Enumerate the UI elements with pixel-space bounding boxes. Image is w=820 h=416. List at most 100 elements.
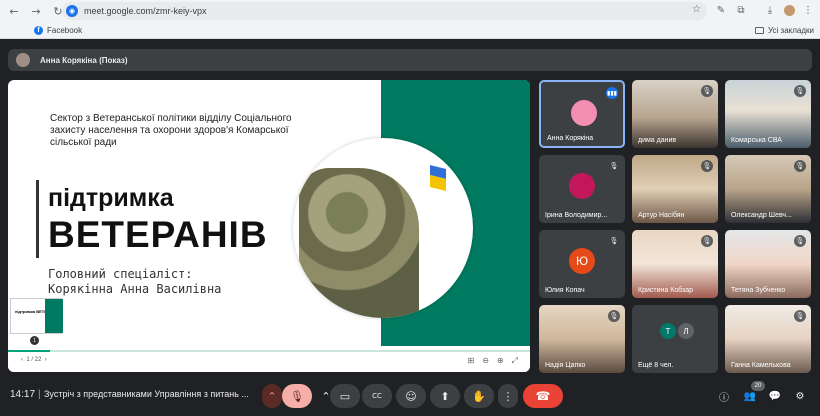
title-separator: | <box>38 389 41 400</box>
more-vert-icon: ⋮ <box>502 389 514 403</box>
address-bar[interactable]: ◉ meet.google.com/zmr-keiy-vpx ☆ <box>62 2 707 20</box>
speaking-indicator-icon: ▮▮▮ <box>606 87 618 99</box>
present-icon: ⬆ <box>440 389 450 403</box>
slide-thumbnail[interactable]: підтримка ВЕТЕРАНІВ <box>10 298 63 334</box>
mic-muted-icon: 🎙 <box>794 160 806 172</box>
participant-tile[interactable]: 🎙 Артур Насібян <box>632 155 718 223</box>
site-info-icon[interactable]: ◉ <box>66 5 78 17</box>
participant-tile[interactable]: Ю 🎙 Юлия Копач <box>539 230 625 298</box>
emoji-button[interactable]: ☺ <box>396 384 426 408</box>
grid-view-icon[interactable]: ⊞ <box>467 356 474 366</box>
slide-header: Сектор з Ветеранської політики відділу С… <box>50 113 292 148</box>
chat-button[interactable]: 💬 <box>767 388 783 404</box>
slide-subtitle-line1: Головний спеціаліст: <box>48 267 193 281</box>
slide-pager: ‹ 1 / 22 › <box>21 357 47 363</box>
mic-muted-icon: 🎙 <box>608 310 620 322</box>
browser-toolbar: ← → ↻ ◉ meet.google.com/zmr-keiy-vpx ☆ ✎… <box>0 0 820 22</box>
more-options-button[interactable]: ⋮ <box>498 384 518 408</box>
bookmark-facebook[interactable]: f Facebook <box>34 26 82 35</box>
zoom-in-icon[interactable]: ⊕ <box>497 356 504 366</box>
participant-avatar <box>569 173 595 199</box>
camera-button[interactable]: ▭ <box>330 384 360 408</box>
activities-button[interactable]: ⚙ <box>792 388 808 404</box>
people-icon: 👥 <box>743 390 757 402</box>
folder-icon <box>754 27 764 34</box>
participant-name: Анна Корякіна <box>547 135 594 142</box>
participant-tile[interactable]: 🎙 Ганна Камелькова <box>725 305 811 373</box>
bookmarks-bar: f Facebook Усі закладки <box>0 22 820 39</box>
zoom-out-icon[interactable]: ⊖ <box>482 356 489 366</box>
presenter-avatar <box>16 53 30 67</box>
participant-name: Юлия Копач <box>545 287 585 294</box>
end-call-icon: ☎ <box>535 389 551 403</box>
participant-name: Ірина Володимир... <box>545 212 608 219</box>
all-bookmarks[interactable]: Усі закладки <box>754 26 814 35</box>
participant-count-badge: 20 <box>751 381 765 391</box>
participant-name: Надія Цапко <box>545 362 586 369</box>
mic-muted-icon: 🎙 <box>794 85 806 97</box>
camo-uniform <box>299 168 419 318</box>
mic-off-icon: 🎙 <box>290 389 304 403</box>
captions-icon: CC <box>372 392 382 400</box>
slide-controls: ‹ 1 / 22 › ⊞ ⊖ ⊕ ⤢ <box>8 352 530 372</box>
participant-name: Тетяна Зубченко <box>731 287 786 294</box>
participant-tile[interactable]: 🎙 Ірина Володимир... <box>539 155 625 223</box>
mic-off-button[interactable]: 🎙 <box>282 384 312 408</box>
end-call-button[interactable]: ☎ <box>523 384 563 408</box>
participant-name: Кристина Кобзар <box>638 287 694 294</box>
mic-muted-icon: 🎙 <box>794 310 806 322</box>
info-icon: ⓘ <box>719 392 729 404</box>
raise-hand-button[interactable]: ✋ <box>464 384 494 408</box>
thumb-green <box>45 299 63 333</box>
fullscreen-icon[interactable]: ⤢ <box>512 356 518 366</box>
participant-tile[interactable]: 🎙 Олександр Шевч... <box>725 155 811 223</box>
page-indicator: 1 / 22 <box>26 357 42 363</box>
chat-icon: 💬 <box>768 390 782 402</box>
participant-name: Ганна Камелькова <box>731 362 791 369</box>
participant-avatar <box>571 100 597 126</box>
participant-avatar: Ю <box>569 248 595 274</box>
mic-options-button[interactable]: ⌃ <box>262 384 282 408</box>
info-button[interactable]: ⓘ <box>716 388 732 404</box>
captions-button[interactable]: CC <box>362 384 392 408</box>
browser-menu-icon[interactable]: ⋮ <box>801 3 815 17</box>
ukraine-flag-icon <box>430 165 446 191</box>
mic-muted-icon: 🎙 <box>701 160 713 172</box>
presenter-label: Анна Корякіна (Показ) <box>40 55 128 65</box>
slide-accent-bar <box>36 180 39 258</box>
bookmark-label: Facebook <box>47 26 83 35</box>
participant-name: дима данив <box>638 137 677 144</box>
participant-name: Артур Насібян <box>638 212 685 219</box>
activities-icon: ⚙ <box>795 390 805 402</box>
profile-avatar[interactable] <box>782 3 796 17</box>
clock: 14:17 <box>10 389 36 400</box>
mic-muted-icon: 🎙 <box>701 85 713 97</box>
mic-muted-icon: 🎙 <box>608 235 620 247</box>
url-text: meet.google.com/zmr-keiy-vpx <box>84 6 207 16</box>
mic-muted-icon: 🎙 <box>701 235 713 247</box>
meeting-controls-bar: 14:17 | Зустріч з представниками Управлі… <box>0 380 820 416</box>
pen-extension-icon[interactable]: ✎ <box>714 3 728 17</box>
slide-number-badge: 1 <box>30 336 39 345</box>
participant-name: Ещё 8 чел. <box>638 362 674 369</box>
facebook-icon: f <box>34 26 43 35</box>
participant-tile[interactable]: 🎙 Кристина Кобзар <box>632 230 718 298</box>
present-button[interactable]: ⬆ <box>430 384 460 408</box>
bookmark-star-icon[interactable]: ☆ <box>692 4 701 15</box>
forward-icon[interactable]: → <box>28 3 44 19</box>
mic-muted-icon: 🎙 <box>794 235 806 247</box>
slide-subtitle-line2: Корякінна Анна Василівна <box>48 282 222 296</box>
extensions-icon[interactable]: ⧉ <box>734 3 748 17</box>
participant-tile[interactable]: 🎙 Комарська СВА <box>725 80 811 148</box>
participant-tile[interactable]: 🎙 Тетяна Зубченко <box>725 230 811 298</box>
download-icon[interactable]: ⤓ <box>763 3 777 17</box>
slide-title-line1: підтримка <box>48 184 174 212</box>
participant-tile[interactable]: Т Л Ещё 8 чел. <box>632 305 718 373</box>
participant-tile[interactable]: ▮▮▮ Анна Корякіна <box>539 80 625 148</box>
back-icon[interactable]: ← <box>6 3 22 19</box>
more-avatar: Л <box>678 323 694 339</box>
camera-icon: ▭ <box>339 389 351 403</box>
participant-tile[interactable]: 🎙 дима данив <box>632 80 718 148</box>
meeting-title[interactable]: Зустріч з представниками Управління з пи… <box>44 389 249 399</box>
participant-tile[interactable]: 🎙 Надія Цапко <box>539 305 625 373</box>
